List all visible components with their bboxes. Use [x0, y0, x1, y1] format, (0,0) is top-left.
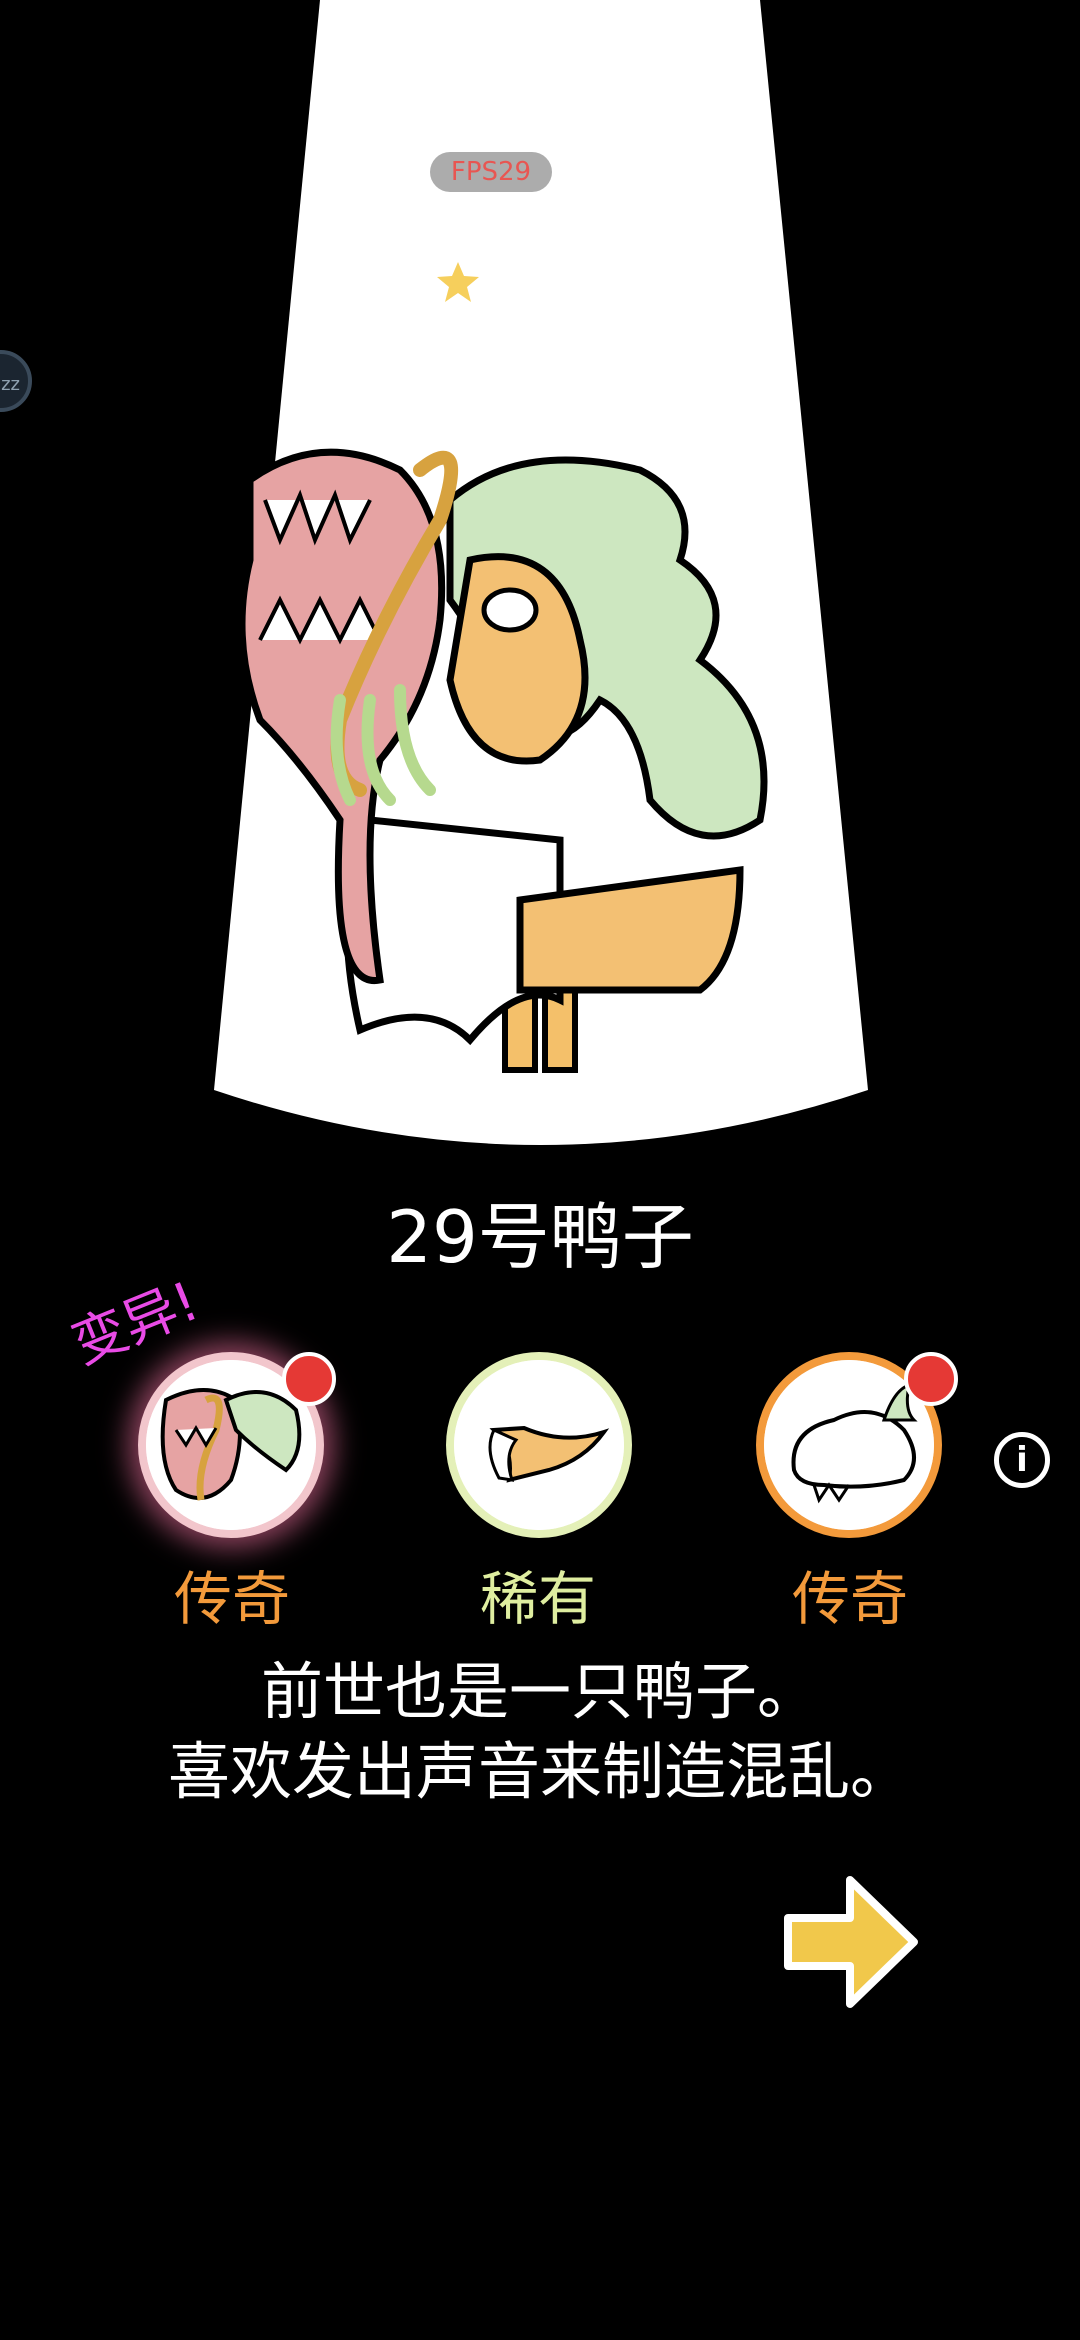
- description-line-1: 前世也是一只鸭子。: [260, 1655, 819, 1728]
- part-rarity-label: 稀有: [479, 1565, 596, 1633]
- duck-beak-icon: [454, 1360, 624, 1530]
- fps-counter: FPS29: [430, 152, 552, 192]
- new-badge-dot: [904, 1352, 958, 1406]
- info-icon[interactable]: i: [994, 1432, 1050, 1488]
- arrow-right-icon: [784, 1876, 918, 2008]
- new-badge-dot: [282, 1352, 336, 1406]
- part-slot-body[interactable]: [446, 1352, 632, 1538]
- description-line-2: 喜欢发出声音来制造混乱。: [167, 1735, 912, 1808]
- part-rarity-label: 传奇: [791, 1565, 908, 1633]
- next-arrow-button[interactable]: [778, 1872, 922, 2012]
- part-rarity-label: 传奇: [173, 1565, 290, 1633]
